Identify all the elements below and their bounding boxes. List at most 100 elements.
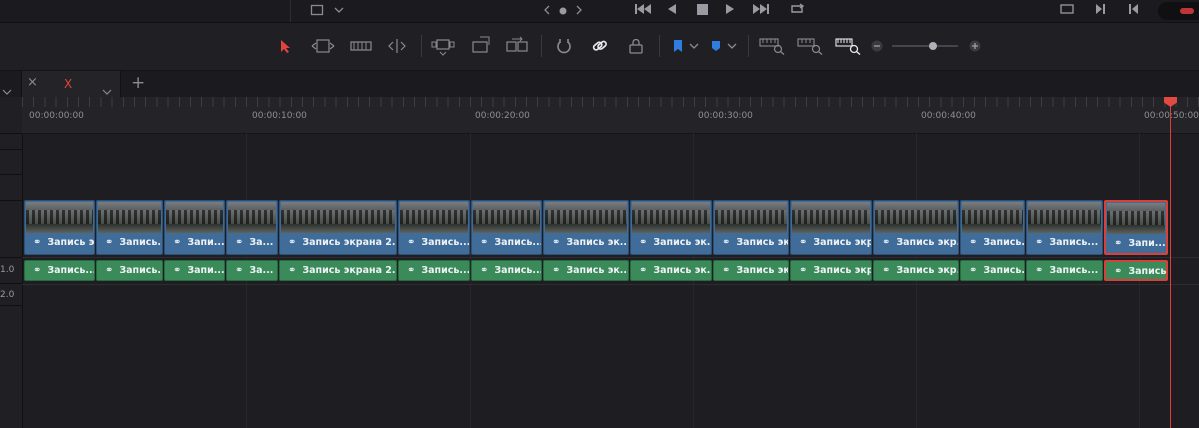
clip-label: Запись... <box>983 265 1024 276</box>
tab-close-icon[interactable]: × <box>27 75 38 90</box>
go-to-start-icon[interactable] <box>632 1 654 17</box>
clip-thumbnail <box>715 202 787 233</box>
overwrite-clip-icon[interactable] <box>468 35 494 57</box>
video-clip[interactable]: ⚭ Запись... <box>398 200 470 255</box>
audio-clip[interactable]: ⚭ Запись экрана 2... <box>279 260 397 281</box>
video-clip[interactable]: ⚭ Запись... <box>471 200 542 255</box>
video-clip[interactable]: ⚭ Запись экр... <box>790 200 872 255</box>
video-clip[interactable]: ⚭ Запись эк... <box>630 200 712 255</box>
audio-clip[interactable]: ⚭ Запись эк... <box>713 260 789 281</box>
link-icon: ⚭ <box>235 265 244 276</box>
video-clip[interactable]: ⚭ Запи... <box>164 200 225 255</box>
video-clip[interactable]: ⚭ Запись экрана 2... <box>279 200 397 255</box>
play-icon[interactable] <box>722 1 738 17</box>
video-clip[interactable]: ⚭ За... <box>226 200 278 255</box>
next-clip-icon[interactable] <box>1092 1 1108 17</box>
audio-clip[interactable]: ⚭ Запись... <box>960 260 1025 281</box>
link-icon: ⚭ <box>288 265 297 276</box>
video-clip[interactable]: ⚭ Запись... <box>960 200 1025 255</box>
video-clip[interactable]: ⚭ Запись... <box>1026 200 1103 255</box>
timecode-label: 00:00:50:00 <box>1144 111 1199 121</box>
clip-label: Запись эк... <box>736 237 788 248</box>
marker-icon[interactable] <box>708 38 724 54</box>
zoom-detail-icon[interactable] <box>796 36 824 56</box>
replace-clip-icon[interactable] <box>504 35 530 57</box>
crop-icon[interactable] <box>306 2 328 18</box>
ruler-ticks <box>22 97 1199 107</box>
zoom-custom-icon[interactable] <box>834 36 862 56</box>
next-arrow-icon[interactable] <box>572 2 586 18</box>
audio-clip[interactable]: ⚭ За... <box>226 260 278 281</box>
add-tab-button[interactable]: + <box>131 73 145 93</box>
video-clip[interactable]: ⚭ Запись экр... <box>873 200 959 255</box>
audio-clip[interactable]: ⚭ Запись... <box>471 260 542 281</box>
timeline-tab[interactable]: × X <box>21 71 121 97</box>
zoom-out-icon[interactable] <box>870 39 884 53</box>
video-clip-selected[interactable]: ⚭ Запи... <box>1104 200 1168 255</box>
chevron-down-icon[interactable] <box>688 40 700 52</box>
link-icon: ⚭ <box>552 265 561 276</box>
audio-clip[interactable]: ⚭ Запись экр... <box>790 260 872 281</box>
clip-label: Запись... <box>421 237 469 248</box>
video-clip[interactable]: ⚭ Запись... <box>96 200 163 255</box>
chevron-down-icon[interactable] <box>2 80 12 95</box>
toolbar-separator <box>748 35 749 57</box>
linked-selection-icon[interactable] <box>590 37 610 55</box>
zoom-slider-handle[interactable] <box>929 42 937 50</box>
clip-label: Запись экр... <box>896 237 958 248</box>
clip-thumbnail <box>26 202 93 233</box>
header-divider <box>0 174 22 175</box>
clip-thumbnail <box>166 202 223 233</box>
video-clip[interactable]: ⚭ Запись эк... <box>543 200 629 255</box>
video-clip[interactable]: ⚭ Запись э... <box>24 200 95 255</box>
match-frame-icon[interactable] <box>1056 1 1078 17</box>
snapping-icon[interactable] <box>554 37 574 55</box>
link-icon: ⚭ <box>639 265 648 276</box>
toolbar-separator <box>659 35 660 57</box>
prev-arrow-icon[interactable] <box>540 2 554 18</box>
trim-tool-icon[interactable] <box>310 37 336 55</box>
flag-icon[interactable] <box>670 38 686 54</box>
zoom-full-icon[interactable] <box>758 36 786 56</box>
audio-clip-selected[interactable]: ⚭ Запись... <box>1104 260 1168 281</box>
loop-icon[interactable] <box>786 0 808 18</box>
audio-clip[interactable]: ⚭ Запись... <box>24 260 95 281</box>
audio-clip[interactable]: ⚭ Запись эк... <box>630 260 712 281</box>
audio-clip[interactable]: ⚭ Запись... <box>398 260 470 281</box>
dynamic-trim-icon[interactable] <box>348 37 374 55</box>
timecode-label: 00:00:20:00 <box>475 111 530 121</box>
header-divider <box>0 133 22 134</box>
chevron-down-icon[interactable] <box>332 2 346 18</box>
selection-tool-icon[interactable] <box>278 37 294 55</box>
insert-clip-icon[interactable] <box>430 37 456 57</box>
toggle-switch[interactable] <box>1158 2 1199 20</box>
chevron-down-icon[interactable] <box>726 40 738 52</box>
link-icon: ⚭ <box>969 237 978 248</box>
playhead-line[interactable] <box>1170 103 1171 428</box>
clip-thumbnail <box>792 202 870 233</box>
audio-clip[interactable]: ⚭ Запи... <box>164 260 225 281</box>
go-to-end-icon[interactable] <box>750 1 772 17</box>
video-clip[interactable]: ⚭ Запись эк... <box>713 200 789 255</box>
link-icon: ⚭ <box>105 265 114 276</box>
zoom-in-icon[interactable] <box>968 39 982 53</box>
clip-label: Запись экрана 2... <box>302 265 396 276</box>
audio-clip[interactable]: ⚭ Запись... <box>96 260 163 281</box>
audio-clip[interactable]: ⚭ Запись эк... <box>543 260 629 281</box>
toggle-indicator <box>1180 8 1194 14</box>
track-divider <box>22 284 1199 285</box>
stop-icon[interactable] <box>694 1 710 17</box>
timecode-ruler[interactable]: 00:00:00:00 00:00:10:00 00:00:20:00 00:0… <box>22 97 1199 134</box>
zoom-slider-track[interactable] <box>892 42 958 50</box>
header-divider <box>0 257 22 258</box>
audio-clip[interactable]: ⚭ Запись экр... <box>873 260 959 281</box>
prev-clip-icon[interactable] <box>1126 1 1142 17</box>
audio-clip[interactable]: ⚭ Запись... <box>1026 260 1103 281</box>
clip-label: Запи... <box>187 237 224 248</box>
link-icon: ⚭ <box>882 237 891 248</box>
blade-tool-icon[interactable] <box>384 37 410 55</box>
position-lock-icon[interactable] <box>626 37 646 55</box>
link-icon: ⚭ <box>173 237 182 248</box>
timecode-label: 00:00:30:00 <box>698 111 753 121</box>
play-reverse-icon[interactable] <box>664 1 680 17</box>
